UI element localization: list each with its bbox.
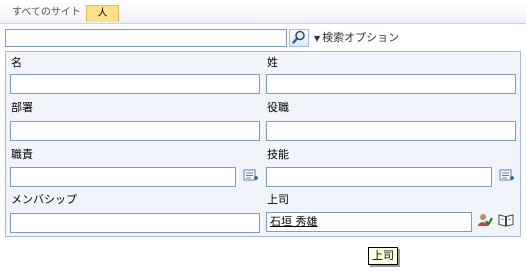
- responsibilities-label: 職責: [11, 148, 33, 161]
- last-name-field[interactable]: [266, 74, 516, 94]
- search-scope-tabs: すべてのサイト 人: [0, 0, 526, 24]
- search-button[interactable]: [289, 29, 309, 47]
- check-names-button[interactable]: [477, 213, 493, 229]
- search-input[interactable]: [5, 29, 287, 47]
- tab-people[interactable]: 人: [86, 5, 119, 22]
- search-options-label: 検索オプション: [322, 31, 400, 44]
- address-book-icon: [498, 212, 514, 231]
- manager-resolved-name: 石垣 秀雄: [270, 215, 318, 228]
- advanced-search-panel: 名 姓 部署 役職 職責 技能 メンバシップ 上司 石垣 秀雄: [5, 51, 521, 237]
- browse-directory-button[interactable]: [498, 213, 514, 229]
- first-name-field[interactable]: [10, 74, 260, 94]
- last-name-label: 姓: [267, 56, 278, 69]
- first-name-label: 名: [11, 56, 22, 69]
- department-label: 部署: [11, 101, 33, 114]
- caret-down-icon: ▼: [314, 34, 321, 43]
- check-names-icon: [477, 212, 493, 231]
- magnifier-icon: [292, 30, 306, 47]
- responsibilities-field[interactable]: [10, 167, 236, 187]
- department-field[interactable]: [10, 121, 260, 141]
- search-options-link[interactable]: ▼ 検索オプション: [314, 30, 399, 47]
- tab-all-sites[interactable]: すべてのサイト: [6, 5, 87, 22]
- manager-field[interactable]: 石垣 秀雄: [266, 212, 472, 232]
- memberships-label: メンバシップ: [11, 193, 77, 206]
- responsibilities-picker-button[interactable]: [243, 169, 259, 185]
- browse-list-icon: [243, 168, 259, 187]
- memberships-field[interactable]: [10, 213, 260, 233]
- skills-field[interactable]: [266, 167, 492, 187]
- manager-label: 上司: [267, 193, 289, 206]
- skills-picker-button[interactable]: [499, 169, 515, 185]
- manager-tooltip: 上司: [368, 247, 398, 265]
- title-field[interactable]: [266, 121, 516, 141]
- title-label: 役職: [267, 101, 289, 114]
- skills-label: 技能: [267, 148, 289, 161]
- browse-list-icon: [499, 168, 515, 187]
